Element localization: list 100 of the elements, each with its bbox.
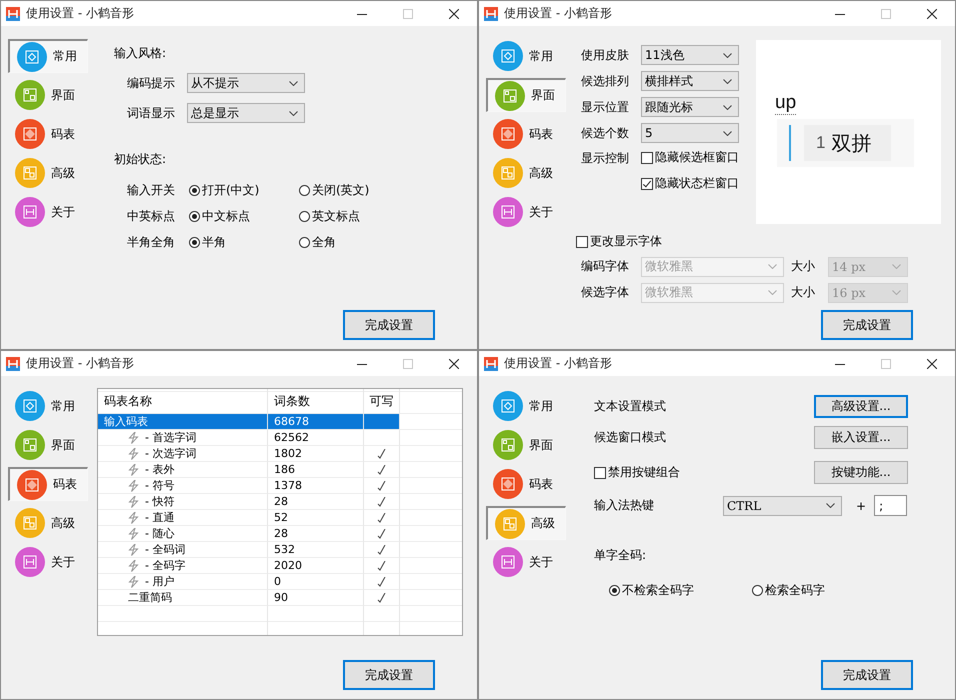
checkbox-label[interactable]: 禁用按键组合	[608, 464, 680, 481]
checkbox[interactable]	[641, 152, 653, 164]
table-row[interactable]: - 全码字 2020	[98, 558, 462, 574]
close-icon[interactable]	[927, 358, 937, 368]
table-row[interactable]: - 符号 1378	[98, 478, 462, 494]
nav-item[interactable]: 界面	[8, 428, 88, 462]
finish-button[interactable]: 完成设置	[821, 660, 913, 690]
layout-icon	[15, 80, 45, 110]
nav-item[interactable]: 常用	[486, 389, 566, 423]
nav-item[interactable]: 高级	[486, 506, 566, 540]
table-row[interactable]: 二重简码 90	[98, 590, 462, 606]
radio-button[interactable]	[189, 236, 200, 248]
field-label: 候选排列	[581, 72, 630, 90]
settings-button[interactable]: 嵌入设置...	[814, 426, 908, 449]
app-icon	[6, 356, 20, 370]
field-label: 大小	[791, 284, 816, 301]
radio-label[interactable]: 中文标点	[202, 208, 250, 224]
radio-button[interactable]	[299, 236, 310, 248]
nav-item[interactable]: 关于	[8, 195, 88, 229]
dropdown[interactable]: 5	[641, 123, 739, 143]
ruler-icon	[15, 197, 45, 227]
table-row[interactable]: - 直通 52	[98, 510, 462, 526]
close-icon[interactable]	[449, 358, 459, 368]
radio-button[interactable]	[609, 585, 620, 596]
table-cell: 28	[268, 494, 364, 510]
field-label: 编码字体	[581, 258, 630, 275]
nav-item[interactable]: 高级	[8, 506, 88, 540]
table-row[interactable]: - 首选字词 62562	[98, 430, 462, 446]
checkbox[interactable]	[576, 236, 588, 248]
row-label: - 次选字词	[145, 446, 196, 461]
field-label: 输入法热键	[594, 497, 655, 514]
finish-button[interactable]: 完成设置	[343, 310, 435, 340]
checkbox-label[interactable]: 隐藏候选框窗口	[655, 149, 739, 166]
dropdown[interactable]: CTRL	[723, 496, 842, 516]
field-label: 编码提示	[127, 74, 176, 92]
table-row[interactable]: - 随心 28	[98, 526, 462, 542]
radio-button[interactable]	[299, 184, 310, 196]
field-label: 候选窗口模式	[594, 429, 666, 446]
row-label: - 全码字	[145, 558, 186, 573]
table-row[interactable]: - 快符 28	[98, 494, 462, 510]
radio-label[interactable]: 检索全码字	[765, 582, 825, 599]
radio-label[interactable]: 全角	[312, 234, 336, 250]
radio-label[interactable]: 英文标点	[312, 208, 360, 224]
checkbox-label[interactable]: 隐藏状态栏窗口	[655, 175, 739, 192]
radio-label[interactable]: 半角	[202, 234, 226, 250]
radio-button[interactable]	[189, 210, 200, 222]
settings-button[interactable]: 高级设置...	[814, 395, 908, 418]
nav-item[interactable]: 码表	[486, 467, 566, 501]
checkbox-label[interactable]: 更改显示字体	[590, 233, 662, 250]
bolt-icon	[128, 544, 139, 556]
table-row[interactable]: - 次选字词 1802	[98, 446, 462, 462]
finish-button[interactable]: 完成设置	[821, 310, 913, 340]
table-row[interactable]: - 表外 186	[98, 462, 462, 478]
table-row[interactable]: - 用户 0	[98, 574, 462, 590]
caret-icon	[723, 104, 732, 110]
caret-icon	[723, 78, 732, 84]
radio-label[interactable]: 打开(中文)	[202, 182, 260, 198]
bolt-icon	[128, 432, 139, 444]
nav-item[interactable]: 界面	[486, 428, 566, 462]
nav-item[interactable]: 常用	[8, 389, 88, 423]
section-heading: 输入风格:	[114, 45, 168, 62]
nav-item[interactable]: 码表	[8, 117, 88, 151]
settings-button[interactable]: 按键功能...	[814, 461, 908, 484]
nav-item[interactable]: 高级	[8, 156, 88, 190]
finish-button[interactable]: 完成设置	[343, 660, 435, 690]
table-row[interactable]: 输入码表 68678	[98, 414, 462, 430]
window-title: 使用设置 - 小鹤音形	[504, 5, 613, 22]
radio-button[interactable]	[752, 585, 763, 596]
plus-sign: +	[856, 498, 866, 512]
dropdown[interactable]: 从不提示	[187, 73, 305, 93]
nav-item[interactable]: 关于	[8, 545, 88, 579]
nav-item[interactable]: 码表	[486, 117, 566, 151]
app-icon	[484, 6, 498, 20]
table-row[interactable]: - 全码词 532	[98, 542, 462, 558]
key-field[interactable]: ;	[874, 495, 908, 516]
table-cell: 90	[268, 590, 364, 606]
candidate-text: 双拼	[831, 130, 872, 156]
nav-item[interactable]: 界面	[486, 78, 566, 112]
nav-item[interactable]: 常用	[8, 39, 88, 73]
dropdown[interactable]: 总是显示	[187, 103, 305, 123]
nav-item[interactable]: 关于	[486, 545, 566, 579]
dropdown[interactable]: 跟随光标	[641, 97, 739, 117]
radio-button[interactable]	[299, 210, 310, 222]
radio-label[interactable]: 关闭(英文)	[312, 182, 370, 198]
nav-item[interactable]: 高级	[486, 156, 566, 190]
nav-item[interactable]: 关于	[486, 195, 566, 229]
nav-item[interactable]: 常用	[486, 39, 566, 73]
radio-button[interactable]	[189, 184, 200, 196]
row-label: - 全码词	[145, 542, 186, 557]
nav-item[interactable]: 码表	[8, 467, 88, 501]
nav-item[interactable]: 界面	[8, 78, 88, 112]
field-label: 显示控制	[581, 150, 630, 167]
close-icon[interactable]	[449, 8, 459, 18]
close-icon[interactable]	[927, 8, 937, 18]
checkbox[interactable]	[641, 178, 653, 190]
checkbox[interactable]	[594, 466, 606, 478]
dropdown[interactable]: 11浅色	[641, 45, 739, 65]
radio-label[interactable]: 不检索全码字	[622, 582, 694, 599]
field-label: 半角全角	[127, 234, 176, 250]
dropdown[interactable]: 横排样式	[641, 71, 739, 91]
